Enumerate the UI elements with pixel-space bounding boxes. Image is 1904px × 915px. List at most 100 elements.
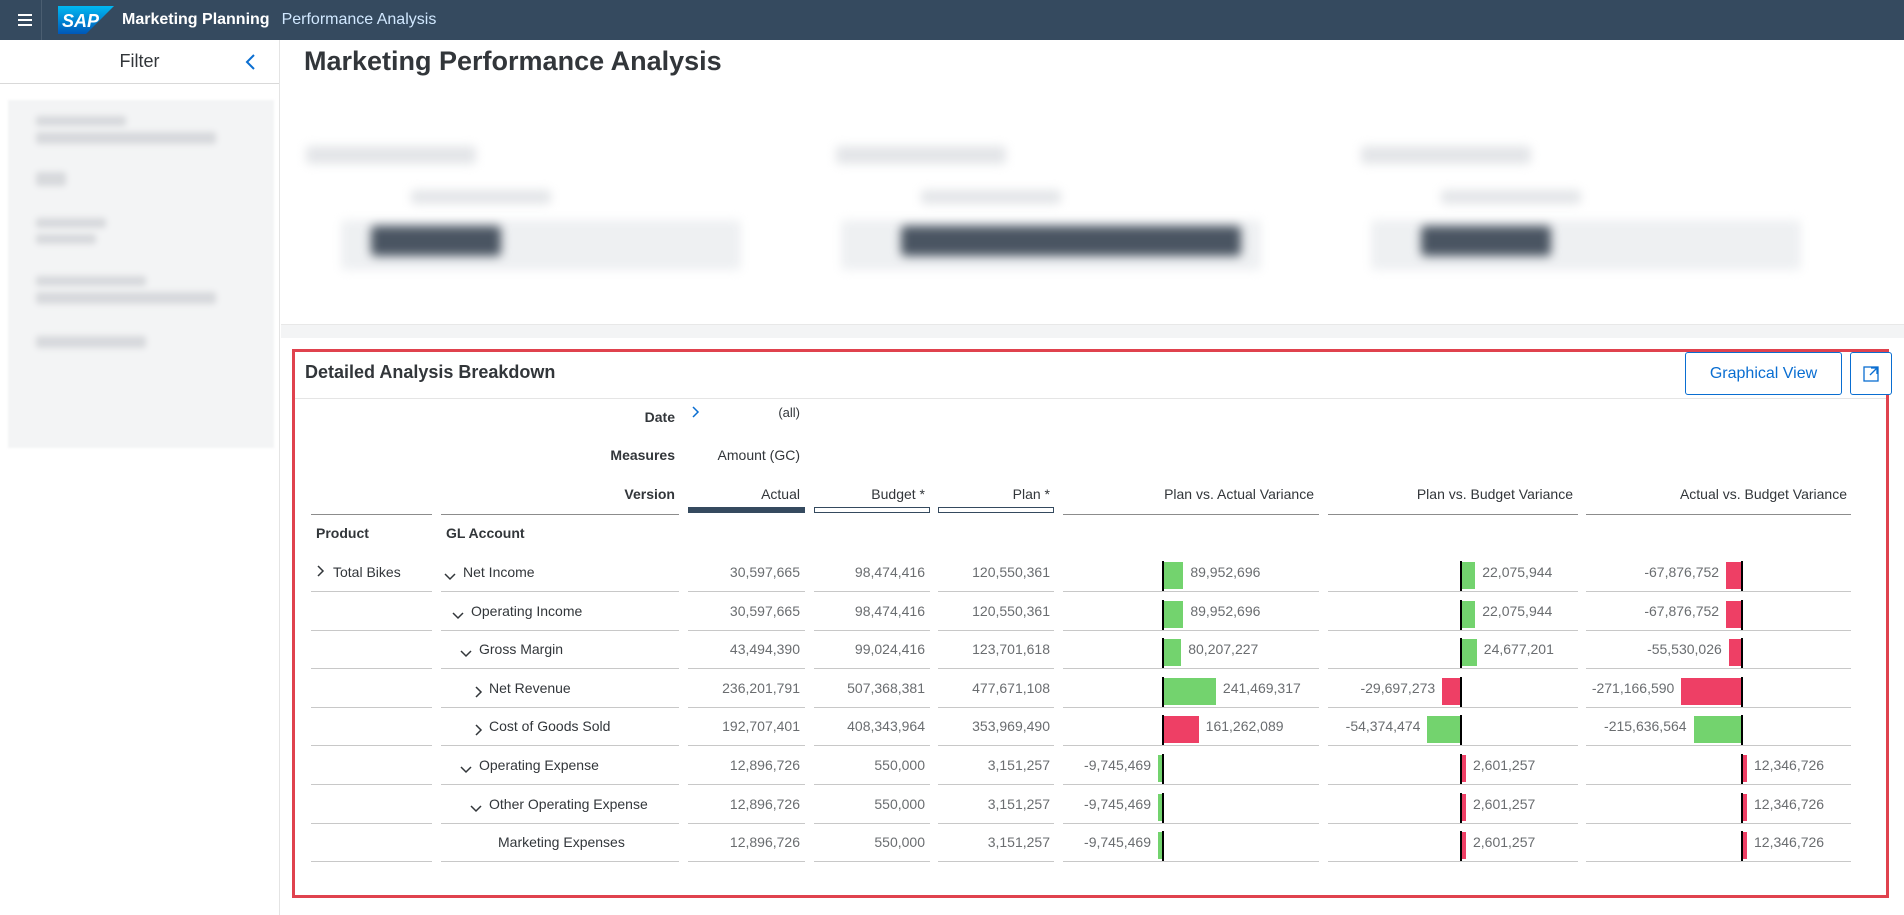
gl-account-cell[interactable]: Net Revenue <box>489 680 571 696</box>
gl-account-cell[interactable]: Operating Income <box>471 603 582 619</box>
chevron-right-icon[interactable] <box>689 406 701 418</box>
budget-cell: 99,024,416 <box>854 641 925 658</box>
plan-cell: 353,969,490 <box>972 718 1050 735</box>
app-title[interactable]: Marketing Planning <box>122 11 270 29</box>
gl-header-line <box>441 514 679 515</box>
gl-account-cell[interactable]: Net Income <box>463 564 535 580</box>
variance-bar <box>1462 562 1476 589</box>
row-separator <box>441 591 679 592</box>
variance-bar <box>1158 832 1162 860</box>
row-separator <box>1063 668 1319 670</box>
plan-cell: 477,671,108 <box>972 679 1050 696</box>
row-separator <box>938 822 1054 824</box>
chevron-left-icon[interactable] <box>241 52 261 72</box>
row-separator <box>1328 629 1578 631</box>
row-separator <box>441 784 679 785</box>
variance-bar <box>1427 716 1460 744</box>
variance-bar <box>1743 755 1747 782</box>
actual-version-indicator <box>688 507 805 513</box>
col-actual[interactable]: Actual <box>761 486 800 502</box>
variance-axis <box>1741 715 1743 746</box>
menu-icon[interactable] <box>8 0 42 40</box>
variance-value: -29,697,273 <box>1360 679 1436 696</box>
budget-cell: 408,343,964 <box>847 718 925 735</box>
variance-value: 241,469,317 <box>1222 679 1301 696</box>
row-separator <box>1063 861 1319 863</box>
variance-bar <box>1164 639 1182 667</box>
chevron-down-icon[interactable] <box>460 763 472 775</box>
row-separator <box>814 629 930 631</box>
gl-account-cell[interactable]: Operating Expense <box>479 757 599 773</box>
chevron-down-icon[interactable] <box>452 609 464 621</box>
variance-value: -9,745,469 <box>1084 834 1151 851</box>
row-separator <box>1328 706 1578 708</box>
measures-value[interactable]: Amount (GC) <box>718 447 800 463</box>
row-separator <box>1063 629 1319 631</box>
plan-cell: 3,151,257 <box>987 795 1050 812</box>
row-separator <box>814 861 930 863</box>
row-separator <box>1063 745 1319 747</box>
row-separator <box>814 784 930 785</box>
budget-cell: 550,000 <box>874 795 925 812</box>
graphical-view-button[interactable]: Graphical View <box>1685 352 1842 395</box>
variance-axis <box>1162 754 1164 784</box>
avb-header-line <box>1586 514 1851 515</box>
col-plan-vs-budget[interactable]: Plan vs. Budget Variance <box>1417 486 1573 502</box>
variance-value: 22,075,944 <box>1482 564 1553 580</box>
gl-account-cell[interactable]: Other Operating Expense <box>489 796 648 812</box>
row-separator <box>1586 668 1851 670</box>
chevron-down-icon[interactable] <box>470 802 482 814</box>
measures-label: Measures <box>610 447 675 463</box>
date-label: Date <box>644 409 675 425</box>
variance-bar <box>1743 832 1747 860</box>
product-total-bikes[interactable]: Total Bikes <box>333 564 401 580</box>
row-separator <box>1063 706 1319 708</box>
row-separator <box>441 629 679 631</box>
budget-cell: 550,000 <box>874 757 925 773</box>
filter-content-blurred <box>8 100 274 448</box>
variance-value: -55,530,026 <box>1647 641 1722 658</box>
row-separator <box>441 668 679 670</box>
variance-bar <box>1164 562 1184 589</box>
variance-bar <box>1442 677 1460 705</box>
row-separator <box>938 784 1054 785</box>
chevron-down-icon[interactable] <box>460 647 472 659</box>
variance-value: 12,346,726 <box>1754 757 1825 773</box>
gl-account-header: GL Account <box>446 525 525 541</box>
chevron-right-icon[interactable] <box>472 724 484 736</box>
row-separator <box>311 629 432 631</box>
variance-axis <box>1741 599 1743 630</box>
panel-title: Detailed Analysis Breakdown <box>305 362 556 382</box>
row-separator <box>814 668 930 670</box>
chevron-right-icon[interactable] <box>472 686 484 698</box>
col-plan-vs-actual[interactable]: Plan vs. Actual Variance <box>1164 486 1314 502</box>
row-separator <box>1063 784 1319 785</box>
gl-account-cell[interactable]: Gross Margin <box>479 641 563 657</box>
variance-value: 89,952,696 <box>1190 602 1261 619</box>
row-separator <box>1328 822 1578 824</box>
budget-cell: 507,368,381 <box>847 679 925 696</box>
chevron-right-icon[interactable] <box>314 565 326 577</box>
row-separator <box>688 591 805 592</box>
budget-cell: 98,474,416 <box>854 564 925 580</box>
variance-value: -271,166,590 <box>1591 679 1675 696</box>
row-separator <box>814 706 930 708</box>
date-value[interactable]: (all) <box>778 405 800 420</box>
sap-logo[interactable]: SAP <box>58 6 114 34</box>
actual-cell: 12,896,726 <box>729 795 800 812</box>
col-budget[interactable]: Budget * <box>871 486 925 502</box>
variance-axis <box>1741 638 1743 669</box>
gl-account-cell[interactable]: Marketing Expenses <box>498 834 625 850</box>
product-header: Product <box>316 525 369 541</box>
col-plan[interactable]: Plan * <box>1013 486 1050 502</box>
page-title: Marketing Performance Analysis <box>304 46 722 76</box>
col-actual-vs-budget[interactable]: Actual vs. Budget Variance <box>1680 486 1847 502</box>
variance-axis <box>1460 715 1462 746</box>
variance-value: -215,636,564 <box>1604 718 1687 735</box>
gl-account-cell[interactable]: Cost of Goods Sold <box>489 718 610 734</box>
row-separator <box>441 706 679 708</box>
expand-button[interactable] <box>1850 352 1892 395</box>
row-separator <box>688 668 805 670</box>
row-separator <box>311 706 432 708</box>
chevron-down-icon[interactable] <box>444 570 456 582</box>
